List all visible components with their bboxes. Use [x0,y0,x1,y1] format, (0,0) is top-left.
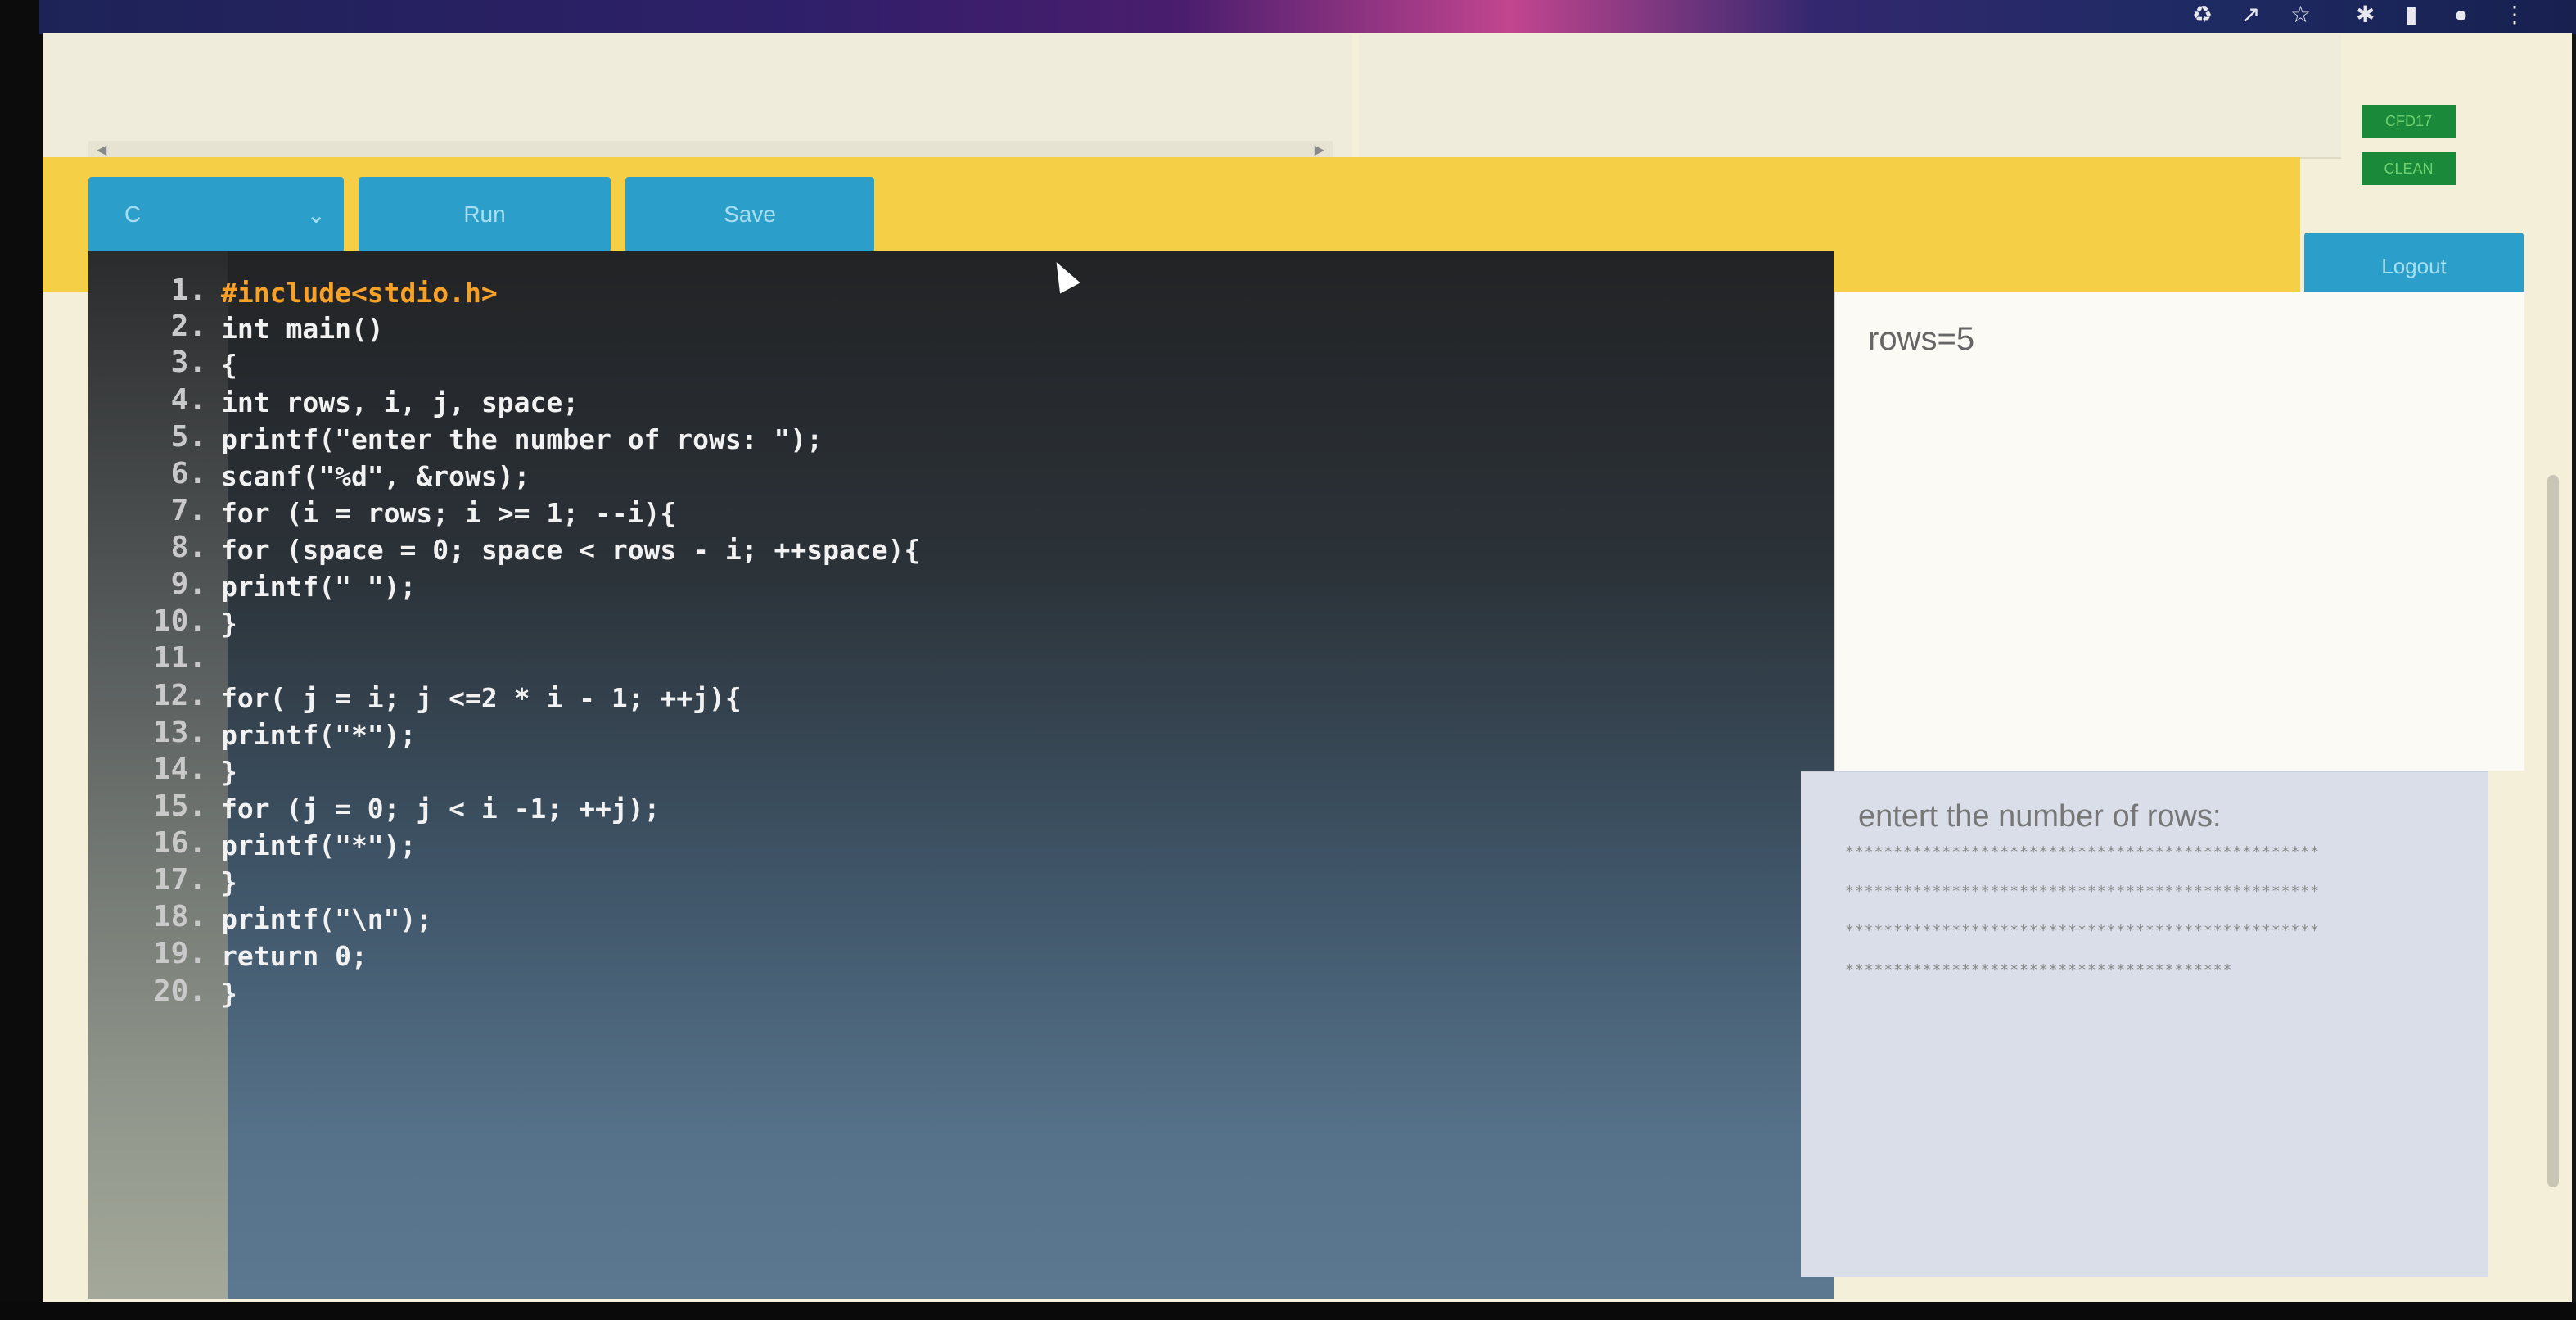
code-line: #include<stdio.h> [221,277,498,309]
line-number: 5. [170,420,206,454]
extensions-icon[interactable]: ✱ [2356,3,2375,26]
line-number: 19. [152,937,206,970]
profile-icon[interactable]: ● [2454,3,2468,26]
output-prompt-text: entert the number of rows: [1858,799,2222,834]
line-number: 3. [170,346,206,379]
monitor-bezel [0,0,43,1320]
code-line: for (j = 0; j < i -1; ++j); [221,793,661,825]
language-select[interactable]: C ⌄ [88,177,344,252]
page-scrollbar[interactable] [2547,475,2559,1187]
line-number: 6. [170,457,206,490]
monitor-bezel-bottom [0,1302,2576,1320]
code-line: int main() [221,313,384,345]
top-left-scrollbar[interactable]: ◀ ▶ [88,141,1333,159]
logout-button[interactable]: Logout [2304,233,2524,300]
scroll-left-icon[interactable]: ◀ [97,142,106,158]
output-row: ****************************************… [1845,843,2321,861]
line-number: 13. [152,716,206,749]
code-line: } [221,756,237,788]
code-line: for (i = rows; i >= 1; --i){ [221,497,677,529]
output-row: ****************************************… [1845,883,2321,900]
stdin-input-panel[interactable] [1834,292,2524,771]
line-number: 16. [152,826,206,860]
scroll-right-icon[interactable]: ▶ [1315,142,1324,158]
output-row: ****************************************… [1845,922,2321,939]
code-line: printf("*"); [221,719,417,751]
line-number: 17. [152,863,206,897]
code-line: } [221,608,237,640]
open-external-icon[interactable]: ↗ [2241,3,2260,26]
cfd-button[interactable]: CFD17 [2362,105,2456,138]
save-button[interactable]: Save [625,177,874,252]
code-line: printf("enter the number of rows: "); [221,423,823,455]
code-line: printf("\n"); [221,903,433,935]
stdin-input-text: rows=5 [1868,321,1975,357]
line-number: 18. [152,900,206,933]
top-right-pane [1359,34,2341,159]
line-number: 7. [170,494,206,527]
line-number: 8. [170,531,206,564]
code-line: } [221,978,237,1010]
run-button[interactable]: Run [359,177,611,252]
line-number: 10. [152,604,206,638]
code-line: printf("*"); [221,830,417,861]
line-number: 14. [152,753,206,786]
code-line: for( j = i; j <=2 * i - 1; ++j){ [221,682,742,714]
code-line: for (space = 0; space < rows - i; ++spac… [221,534,921,566]
code-line: return 0; [221,940,368,972]
code-line: printf(" "); [221,571,417,603]
code-line: } [221,866,237,898]
sidebar-icon[interactable]: ▮ [2405,3,2417,26]
line-number: 12. [152,679,206,712]
output-row: **************************************** [1845,961,2233,979]
line-number: 2. [170,310,206,343]
line-number: 11. [152,641,206,675]
browser-toolbar: ♻ ↗ ☆ ✱ ▮ ● ⋮ [39,0,2576,34]
line-number: 15. [152,789,206,823]
language-value: C [124,201,142,227]
menu-icon[interactable]: ⋮ [2503,3,2526,26]
line-number: 1. [170,273,206,307]
line-number: 9. [170,567,206,601]
share-icon[interactable]: ♻ [2192,3,2213,26]
code-line: int rows, i, j, space; [221,387,580,418]
code-line: { [221,349,237,381]
line-number: 4. [170,383,206,417]
line-number: 20. [152,974,206,1008]
clean-button[interactable]: CLEAN [2362,152,2456,185]
star-icon[interactable]: ☆ [2290,3,2311,26]
chevron-down-icon: ⌄ [306,201,326,228]
code-line: scanf("%d", &rows); [221,460,530,492]
